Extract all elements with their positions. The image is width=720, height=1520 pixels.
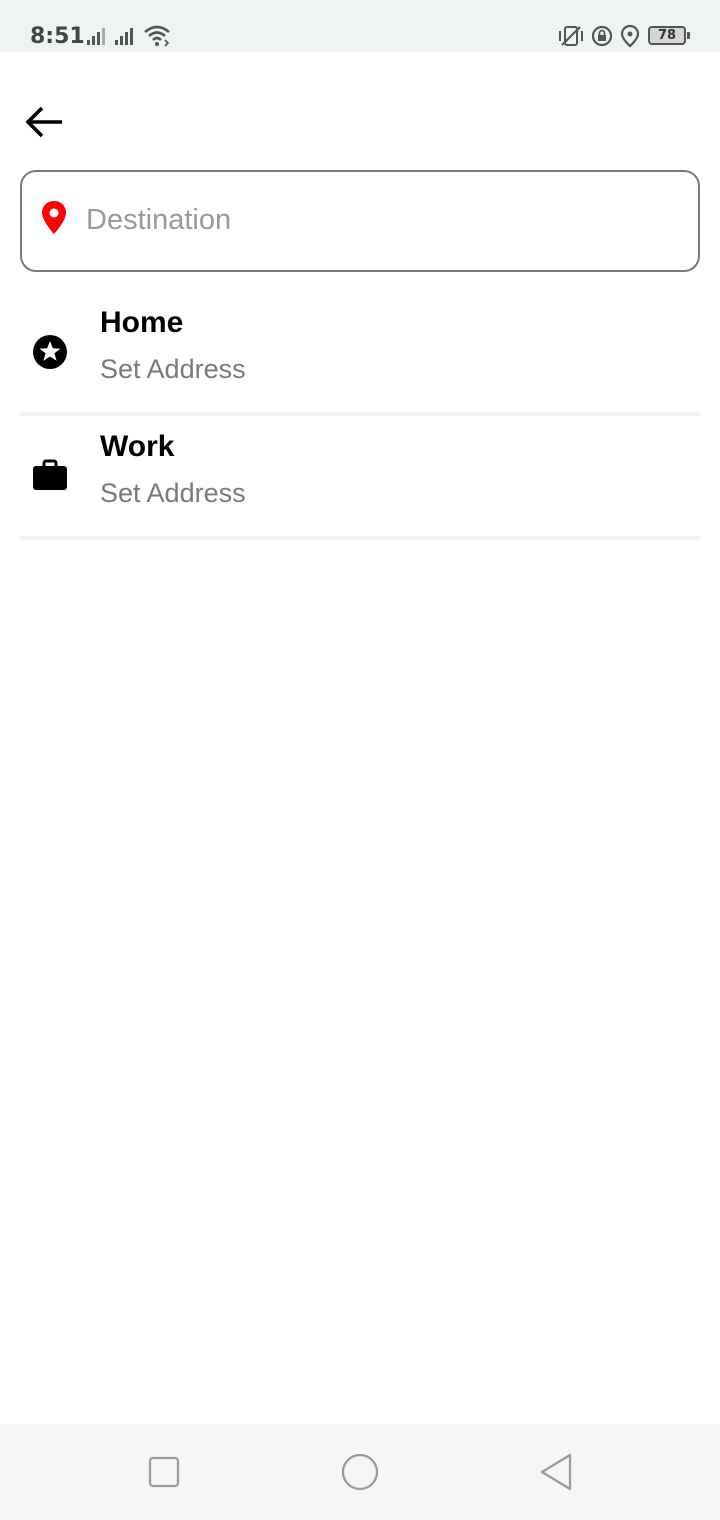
status-bar: 8:51 78 xyxy=(0,0,720,52)
saved-place-title: Work xyxy=(100,430,175,463)
signal-icon xyxy=(87,28,105,45)
saved-place-subtitle: Set Address xyxy=(100,478,246,508)
signal-icon xyxy=(115,28,133,45)
home-icon[interactable] xyxy=(340,1452,380,1492)
arrow-left-icon xyxy=(25,106,62,138)
saved-place-work[interactable]: Work Set Address xyxy=(20,416,700,540)
status-time: 8:51 xyxy=(30,24,85,49)
location-pin-icon xyxy=(42,201,66,234)
destination-input[interactable] xyxy=(86,194,676,246)
navigation-bar xyxy=(0,1424,720,1520)
vibrate-icon xyxy=(559,26,583,46)
rotation-lock-icon xyxy=(591,25,613,47)
saved-place-home[interactable]: Home Set Address xyxy=(20,292,700,416)
saved-place-title: Home xyxy=(100,306,184,339)
battery-level: 78 xyxy=(657,28,677,43)
wifi-icon xyxy=(144,25,170,47)
back-icon[interactable] xyxy=(538,1452,574,1492)
saved-place-subtitle: Set Address xyxy=(100,354,246,384)
battery-icon: 78 xyxy=(648,26,686,45)
divider xyxy=(20,536,700,540)
recent-apps-icon[interactable] xyxy=(146,1454,182,1490)
battery-tip xyxy=(687,32,690,39)
back-button[interactable] xyxy=(22,100,66,144)
destination-search-box[interactable] xyxy=(20,170,700,272)
location-icon xyxy=(620,24,640,48)
briefcase-icon xyxy=(33,459,67,490)
star-circle-icon xyxy=(33,335,67,369)
